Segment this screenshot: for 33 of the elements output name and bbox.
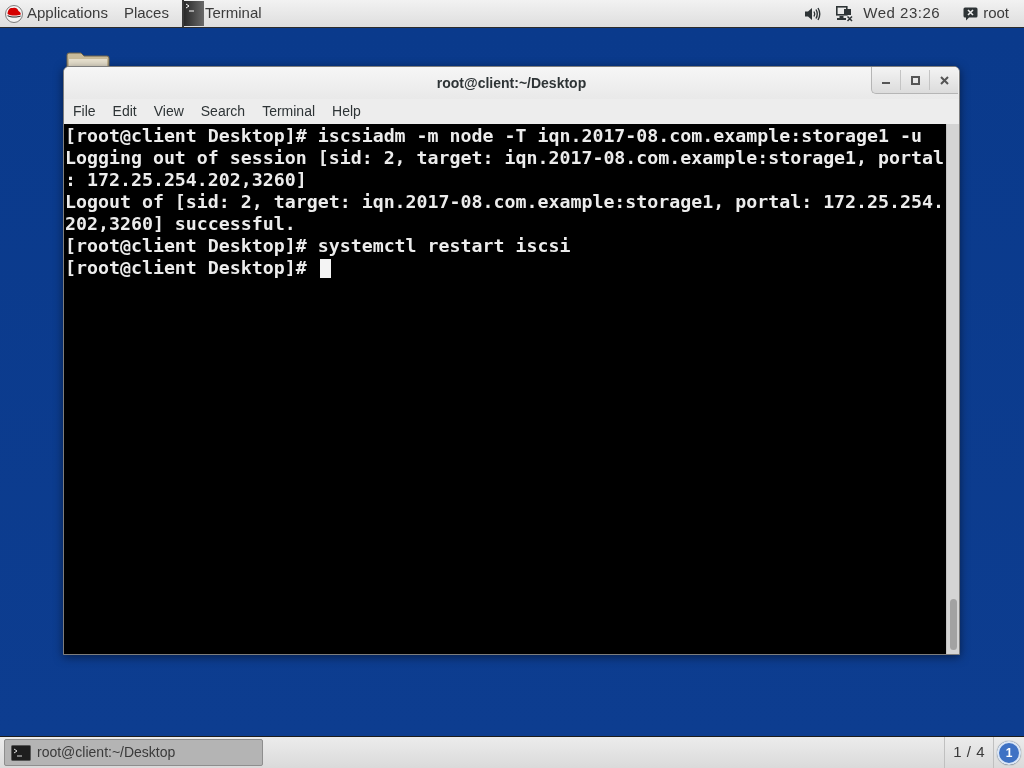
volume-icon[interactable] [805,6,822,21]
maximize-icon [910,75,920,85]
terminal-line: 202,3260] successful. [65,213,296,235]
folder-icon[interactable] [66,52,110,67]
network-offline-icon[interactable] [836,5,854,22]
notification-count-button[interactable]: 1 [997,740,1021,765]
close-icon [939,75,949,85]
scrollbar-track[interactable] [946,124,959,654]
terminal-line: [root@client Desktop]# iscsiadm -m node -T iqn.2017-08.com.example:storage1 -u [65,125,923,147]
scrollbar-thumb[interactable] [949,599,957,650]
terminal-line: : 172.25.254.202,3260] [65,169,307,191]
terminal-icon[interactable] [183,1,204,26]
user-menu[interactable]: root [983,2,1009,25]
top-menu[interactable]: Applications [27,2,108,25]
menu-item[interactable]: View [152,101,185,122]
menu-item[interactable]: Search [199,101,247,122]
status-bubble-icon[interactable] [963,6,979,21]
active-app-menu[interactable]: Terminal [204,2,262,25]
window-title: root@client:~/Desktop [436,73,587,93]
menu-item[interactable]: Edit [111,101,138,122]
terminal-line: [root@client Desktop]# systemctl restart iscsi [65,235,571,257]
menu-item[interactable]: Terminal [261,101,317,122]
terminal-line: Logout of [sid: 2, target: iqn.2017-08.com.example:storage1, portal: 172.25.254. [65,191,944,213]
terminal-line: Logging out of session [sid: 2, target: iqn.2017-08.com.example:storage1, portal [65,147,944,169]
clock[interactable]: Wed 23:26 [863,2,941,25]
terminal-line: [root@client Desktop]# [65,257,307,279]
task-button[interactable]: root@client:~/Desktop [4,739,263,766]
menu-item[interactable]: File [72,101,97,122]
menu-item[interactable]: Help [331,101,362,122]
terminal-icon [11,744,31,761]
top-menu[interactable]: Places [123,2,169,25]
hat-logo-icon[interactable] [5,4,23,23]
workspace-indicator[interactable]: 1 / 4 [945,741,993,764]
